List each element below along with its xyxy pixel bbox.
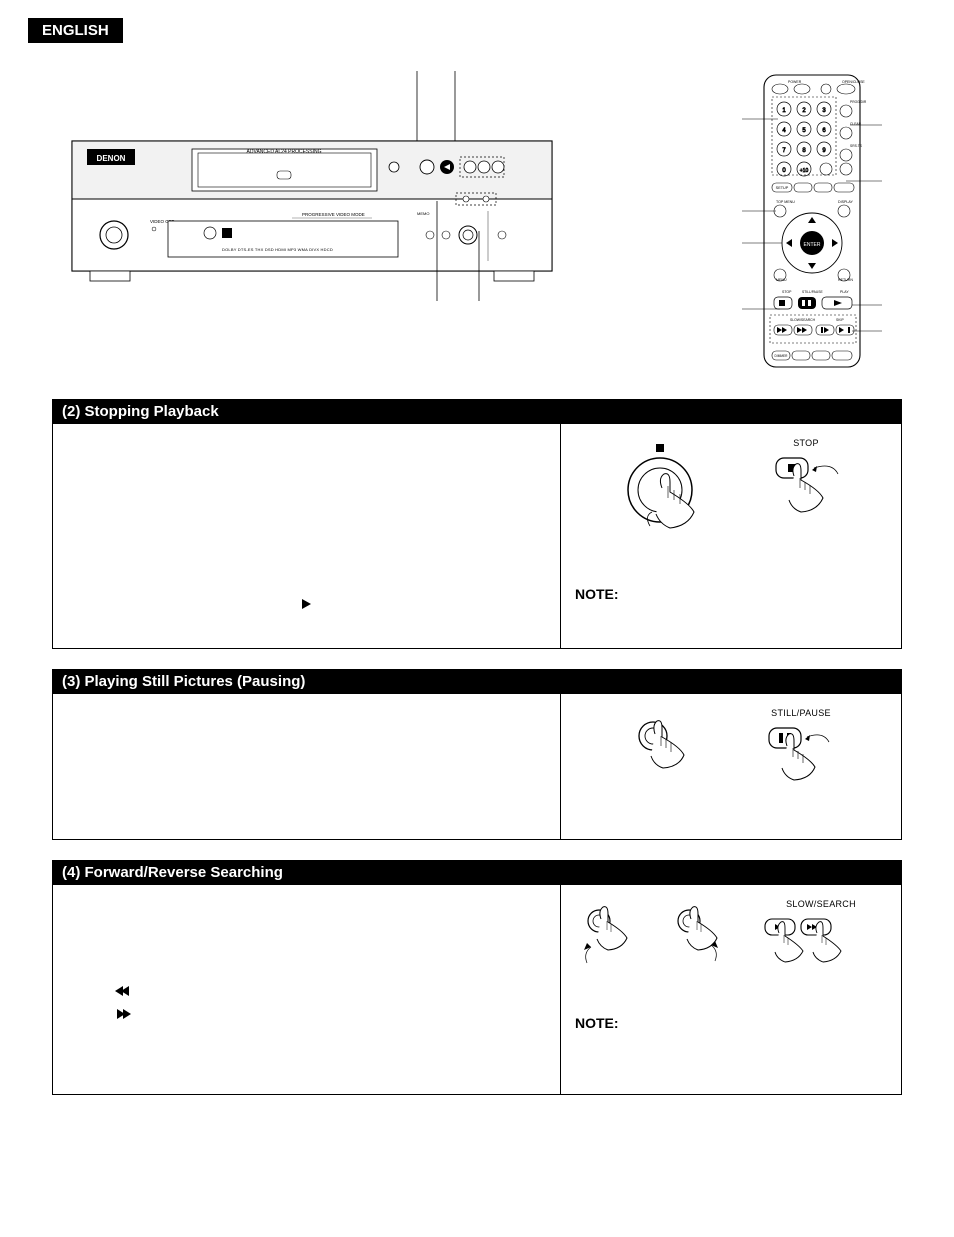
svg-text:SLOW/SEARCH: SLOW/SEARCH	[790, 318, 816, 322]
section-4-note-label: NOTE:	[575, 1015, 887, 1031]
remote-pause-label: STILL/PAUSE	[751, 708, 851, 718]
section-3-panel: During playback, press the STILL/PAUSE b…	[52, 694, 902, 840]
section-4-instruction-hidden: During playback, press one of the SLOW/S…	[73, 905, 540, 940]
rev-icon-row	[117, 984, 540, 999]
svg-text:STILL/PAUSE: STILL/PAUSE	[802, 290, 823, 294]
svg-text:DIMMER: DIMMER	[775, 354, 789, 358]
section-2-heading: (2) Stopping Playback	[52, 399, 902, 424]
player-diagram: DENON ADVANCED AL24 PROCESSING	[52, 71, 682, 301]
section-4-heading: (4) Forward/Reverse Searching	[52, 860, 902, 885]
svg-text:+10: +10	[800, 168, 809, 174]
svg-text:SKIP: SKIP	[836, 318, 844, 322]
svg-text:PROGRESSIVE VIDEO MODE: PROGRESSIVE VIDEO MODE	[302, 212, 365, 217]
top-diagrams-row: DENON ADVANCED AL24 PROCESSING	[52, 71, 902, 371]
svg-text:DISPLAY: DISPLAY	[838, 200, 854, 204]
svg-text:TOP MENU: TOP MENU	[776, 200, 795, 204]
mainunit-search-rev-graphic	[571, 899, 651, 989]
svg-text:ADVANCED AL24 PROCESSING: ADVANCED AL24 PROCESSING	[247, 149, 322, 155]
remote-stop-graphic: STOP Remote	[756, 438, 856, 572]
remote-diagram: POWER OPEN/CLOSE 1 2 3 4 5 6 7 8	[722, 71, 902, 371]
svg-text:SRS.TS: SRS.TS	[850, 144, 863, 148]
remote-search-label: SLOW/SEARCH	[751, 899, 891, 909]
language-tab: ENGLISH	[28, 18, 123, 43]
svg-text:PLAY: PLAY	[840, 290, 849, 294]
svg-text:STOP: STOP	[782, 290, 792, 294]
mainunit-pause-graphic	[611, 708, 721, 808]
play-icon	[302, 599, 311, 609]
svg-text:SETUP: SETUP	[776, 186, 789, 190]
svg-text:MENU: MENU	[776, 278, 787, 282]
section-4-right: SLOW/SEARCH	[561, 885, 901, 1094]
svg-text:PROG/DIR: PROG/DIR	[850, 100, 867, 104]
section-2-note-label: NOTE:	[575, 586, 887, 602]
section-2-panel: During playback, press the STOP button o…	[52, 424, 902, 649]
svg-text:POWER: POWER	[788, 80, 802, 84]
remote-search-graphic: SLOW/SEARCH	[751, 899, 891, 1001]
section-2-left: During playback, press the STOP button o…	[53, 424, 561, 648]
svg-text:DOLBY DTS-ES THX DSD HDMI MP3: DOLBY DTS-ES THX DSD HDMI MP3 WMA DIVX H…	[222, 247, 333, 252]
svg-text:OPEN/CLOSE: OPEN/CLOSE	[842, 80, 865, 84]
double-fwd-icon	[117, 1007, 129, 1022]
section-3-heading: (3) Playing Still Pictures (Pausing)	[52, 669, 902, 694]
section-4-left: During playback, press one of the SLOW/S…	[53, 885, 561, 1094]
mainunit-search-fwd-graphic	[661, 899, 741, 989]
section-3-left: During playback, press the STILL/PAUSE b…	[53, 694, 561, 839]
svg-text:MEMO: MEMO	[417, 211, 429, 216]
remote-pause-graphic: STILL/PAUSE	[751, 708, 851, 815]
section-3-right: STILL/PAUSE	[561, 694, 901, 839]
svg-text:ENTER: ENTER	[804, 242, 821, 248]
section-2-instruction-hidden: During playback, press the STOP button o…	[73, 444, 540, 479]
double-rev-icon	[117, 984, 129, 999]
svg-text:DENON: DENON	[97, 154, 126, 163]
section-2-note-text-hidden: With the DVD-A1XV/DVD-A1, when the STOP …	[575, 602, 887, 634]
remote-stop-label: STOP	[756, 438, 856, 448]
section-4-panel: During playback, press one of the SLOW/S…	[52, 885, 902, 1095]
section-3-instruction-hidden: During playback, press the STILL/PAUSE b…	[73, 714, 540, 749]
remote-svg: POWER OPEN/CLOSE 1 2 3 4 5 6 7 8	[742, 71, 882, 371]
section-4-note-text-hidden: In some cases the menu screen may reappe…	[575, 1031, 887, 1080]
player-svg: DENON ADVANCED AL24 PROCESSING	[52, 71, 572, 301]
play-icon-row	[73, 595, 540, 610]
svg-text:CLEAR: CLEAR	[850, 122, 862, 126]
fwd-icon-row	[117, 1007, 540, 1022]
mainunit-stop-graphic: Main Unit	[606, 438, 726, 570]
section-2-right: Main Unit STOP	[561, 424, 901, 648]
